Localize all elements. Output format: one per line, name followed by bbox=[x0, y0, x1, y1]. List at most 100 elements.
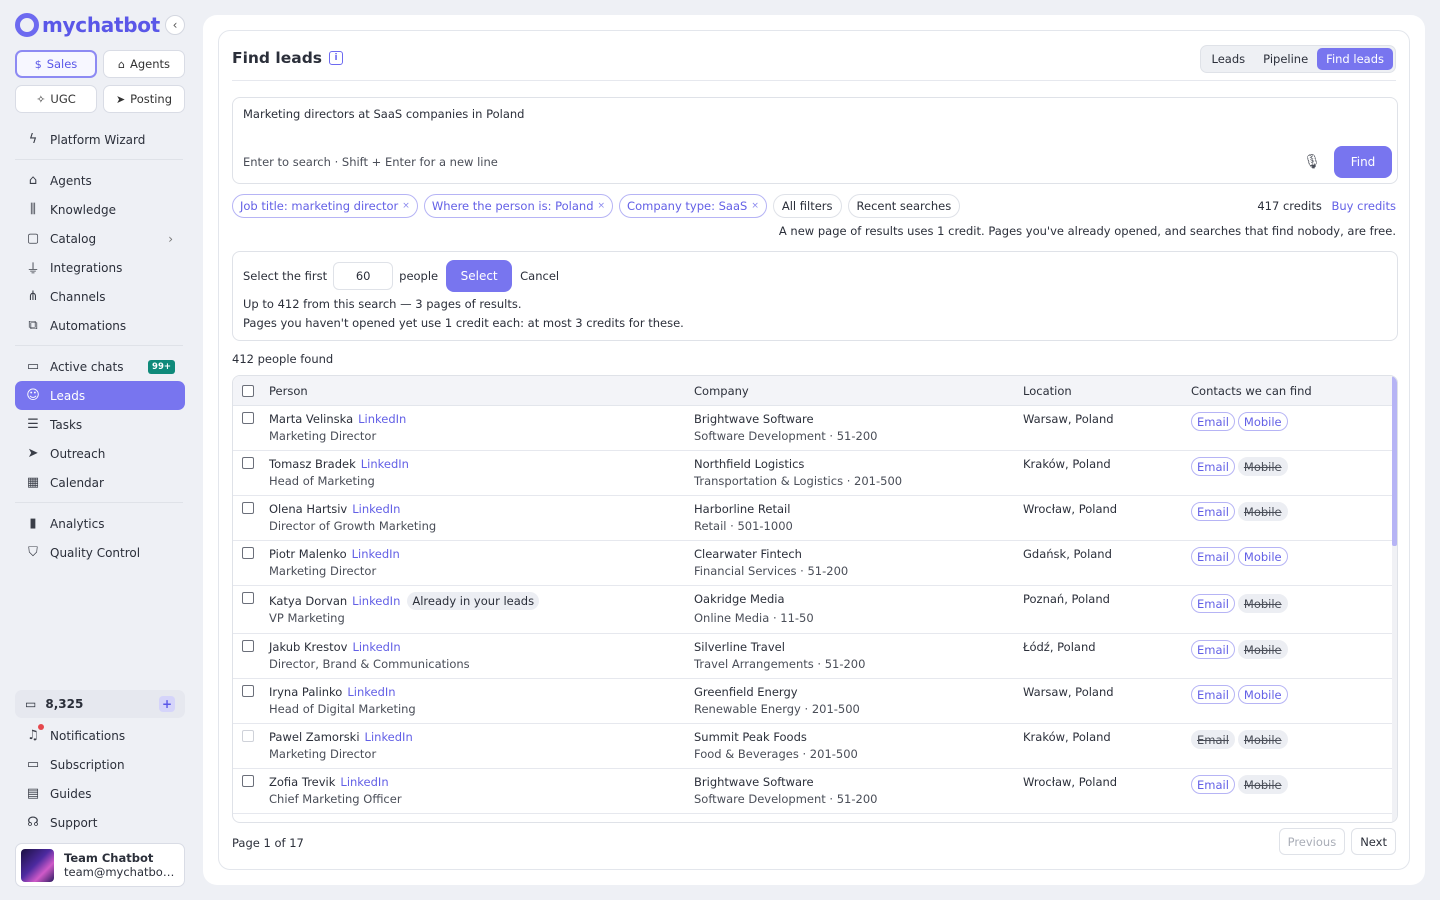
sidebar-item-subscription[interactable]: ▭ Subscription bbox=[15, 750, 185, 779]
buy-credits-link[interactable]: Buy credits bbox=[1331, 199, 1396, 213]
row-checkbox[interactable] bbox=[242, 730, 254, 742]
sidebar-item-active-chats[interactable]: ▭ Active chats 99+ bbox=[15, 352, 185, 381]
table-row[interactable]: Iryna Palinko LinkedIn Head of Digital Mar… bbox=[233, 679, 1397, 724]
email-pill[interactable]: Email bbox=[1191, 502, 1235, 521]
filter-chip-location[interactable]: Where the person is: Poland × bbox=[423, 194, 614, 218]
scroll-thumb[interactable] bbox=[1392, 376, 1397, 546]
all-filters-button[interactable]: All filters bbox=[772, 194, 842, 218]
recent-searches-button[interactable]: Recent searches bbox=[847, 194, 961, 218]
email-pill[interactable]: Email bbox=[1191, 685, 1235, 704]
mode-agents-button[interactable]: ⌂ Agents bbox=[103, 50, 185, 78]
mode-sales-button[interactable]: $ Sales bbox=[15, 50, 97, 78]
row-checkbox[interactable] bbox=[242, 685, 254, 697]
close-icon[interactable]: × bbox=[402, 201, 410, 211]
linkedin-link[interactable]: LinkedIn bbox=[352, 640, 400, 654]
linkedin-link[interactable]: LinkedIn bbox=[352, 547, 400, 561]
sidebar-item-support[interactable]: ☊ Support bbox=[15, 808, 185, 837]
table-row[interactable]: Tomasz Bradek LinkedIn Head of Marketing No… bbox=[233, 451, 1397, 496]
row-checkbox[interactable] bbox=[242, 457, 254, 469]
collapse-sidebar-button[interactable]: ‹ bbox=[165, 15, 185, 35]
sidebar-item-label: Support bbox=[50, 815, 98, 830]
close-icon[interactable]: × bbox=[598, 201, 606, 211]
add-credits-button[interactable]: + bbox=[159, 696, 175, 712]
user-card[interactable]: Team Chatbot team@mychatbot.com bbox=[15, 843, 185, 887]
mobile-pill[interactable]: Mobile bbox=[1237, 412, 1288, 431]
row-checkbox[interactable] bbox=[242, 592, 254, 604]
sidebar-item-tasks[interactable]: ☰ Tasks bbox=[15, 410, 185, 439]
linkedin-link[interactable]: LinkedIn bbox=[352, 594, 400, 608]
mobile-pill[interactable]: Mobile bbox=[1237, 685, 1288, 704]
location: Kraków, Poland bbox=[1023, 730, 1111, 744]
sidebar-item-channels[interactable]: ⋔ Channels bbox=[15, 282, 185, 311]
table-row[interactable]: Piotr Malenko LinkedIn Marketing Director C… bbox=[233, 541, 1397, 586]
contact-availability: Email Mobile bbox=[1191, 594, 1288, 613]
sidebar-item-notifications[interactable]: ♫ Notifications bbox=[15, 721, 185, 750]
cancel-button[interactable]: Cancel bbox=[520, 269, 559, 283]
email-pill[interactable]: Email bbox=[1191, 547, 1235, 566]
sidebar-item-analytics[interactable]: ▮ Analytics bbox=[15, 509, 185, 538]
page-indicator: Page 1 of 17 bbox=[232, 836, 304, 850]
table-row[interactable]: Olena Hartsiv LinkedIn Director of Growth … bbox=[233, 496, 1397, 541]
microphone-icon[interactable]: 🎙︎ bbox=[1303, 154, 1321, 170]
select-count-input[interactable]: 60 bbox=[333, 262, 394, 290]
mode-ugc-button[interactable]: ✧ UGC bbox=[15, 85, 97, 113]
row-checkbox[interactable] bbox=[242, 502, 254, 514]
sidebar-item-automations[interactable]: ⧉ Automations bbox=[15, 311, 185, 340]
table-row[interactable]: Pawel Zamorski LinkedIn Marketing Director… bbox=[233, 724, 1397, 769]
sidebar-item-quality-control[interactable]: ⛉ Quality Control bbox=[15, 538, 185, 567]
table-scrollbar[interactable] bbox=[1392, 376, 1397, 822]
filter-chip-job-title[interactable]: Job title: marketing director × bbox=[232, 194, 418, 218]
linkedin-link[interactable]: LinkedIn bbox=[340, 775, 388, 789]
tab-find-leads[interactable]: Find leads bbox=[1317, 48, 1393, 70]
user-name: Team Chatbot bbox=[64, 851, 154, 865]
table-row[interactable]: Zofia Trevik LinkedIn Chief Marketing Offi… bbox=[233, 769, 1397, 814]
sidebar-item-platform-wizard[interactable]: ϟ Platform Wizard bbox=[15, 125, 185, 154]
sidebar-item-calendar[interactable]: ▦ Calendar bbox=[15, 468, 185, 497]
tab-leads[interactable]: Leads bbox=[1203, 48, 1255, 70]
table-row[interactable]: Jakub Krestov LinkedIn Director, Brand & C… bbox=[233, 634, 1397, 679]
linkedin-link[interactable]: LinkedIn bbox=[358, 412, 406, 426]
find-button[interactable]: Find bbox=[1334, 146, 1392, 178]
close-icon[interactable]: × bbox=[751, 201, 759, 211]
sidebar-item-outreach[interactable]: ➤ Outreach bbox=[15, 439, 185, 468]
linkedin-link[interactable]: LinkedIn bbox=[365, 730, 413, 744]
sidebar-item-leads[interactable]: ☺ Leads bbox=[15, 381, 185, 410]
mode-posting-button[interactable]: ➤ Posting bbox=[103, 85, 185, 113]
info-icon[interactable]: i bbox=[329, 51, 344, 65]
mobile-pill: Mobile bbox=[1237, 502, 1288, 521]
sidebar-item-guides[interactable]: ▤ Guides bbox=[15, 779, 185, 808]
linkedin-link[interactable]: LinkedIn bbox=[352, 502, 400, 516]
table-row[interactable]: Marta Velinska LinkedIn Marketing Director… bbox=[233, 406, 1397, 451]
linkedin-link[interactable]: LinkedIn bbox=[347, 685, 395, 699]
table-row[interactable]: Katya Dorvan LinkedIn Already in your lead… bbox=[233, 586, 1397, 634]
tab-pipeline[interactable]: Pipeline bbox=[1254, 48, 1317, 70]
sidebar-item-catalog[interactable]: ▢ Catalog › bbox=[15, 224, 185, 253]
email-pill[interactable]: Email bbox=[1191, 640, 1235, 659]
account-nav: ♫ Notifications ▭ Subscription ▤ Guides … bbox=[15, 721, 185, 837]
linkedin-link[interactable]: LinkedIn bbox=[361, 457, 409, 471]
email-pill[interactable]: Email bbox=[1191, 594, 1235, 613]
next-page-button[interactable]: Next bbox=[1351, 828, 1396, 855]
select-all-checkbox[interactable] bbox=[242, 384, 254, 397]
mobile-pill[interactable]: Mobile bbox=[1237, 547, 1288, 566]
email-pill[interactable]: Email bbox=[1191, 457, 1235, 476]
sidebar-item-knowledge[interactable]: ⫼ Knowledge bbox=[15, 195, 185, 224]
sidebar-item-integrations[interactable]: ⏚ Integrations bbox=[15, 253, 185, 282]
person-name: Jakub Krestov bbox=[269, 640, 348, 654]
filter-chip-company-type[interactable]: Company type: SaaS × bbox=[619, 194, 767, 218]
row-checkbox[interactable] bbox=[242, 412, 254, 424]
credits-balance[interactable]: ▭ 8,325 + bbox=[15, 690, 185, 718]
person-title: Head of Digital Marketing bbox=[269, 702, 416, 716]
row-checkbox[interactable] bbox=[242, 640, 254, 652]
search-input[interactable]: Marketing directors at SaaS companies in… bbox=[232, 97, 1398, 184]
sidebar-item-label: Active chats bbox=[50, 359, 124, 374]
previous-page-button[interactable]: Previous bbox=[1278, 828, 1346, 855]
row-checkbox[interactable] bbox=[242, 775, 254, 787]
mobile-pill: Mobile bbox=[1237, 775, 1288, 794]
sidebar-item-label: Notifications bbox=[50, 728, 126, 743]
email-pill[interactable]: Email bbox=[1191, 412, 1235, 431]
sidebar-item-agents[interactable]: ⌂ Agents bbox=[15, 166, 185, 195]
row-checkbox[interactable] bbox=[242, 547, 254, 559]
email-pill[interactable]: Email bbox=[1191, 775, 1235, 794]
select-button[interactable]: Select bbox=[446, 260, 513, 292]
